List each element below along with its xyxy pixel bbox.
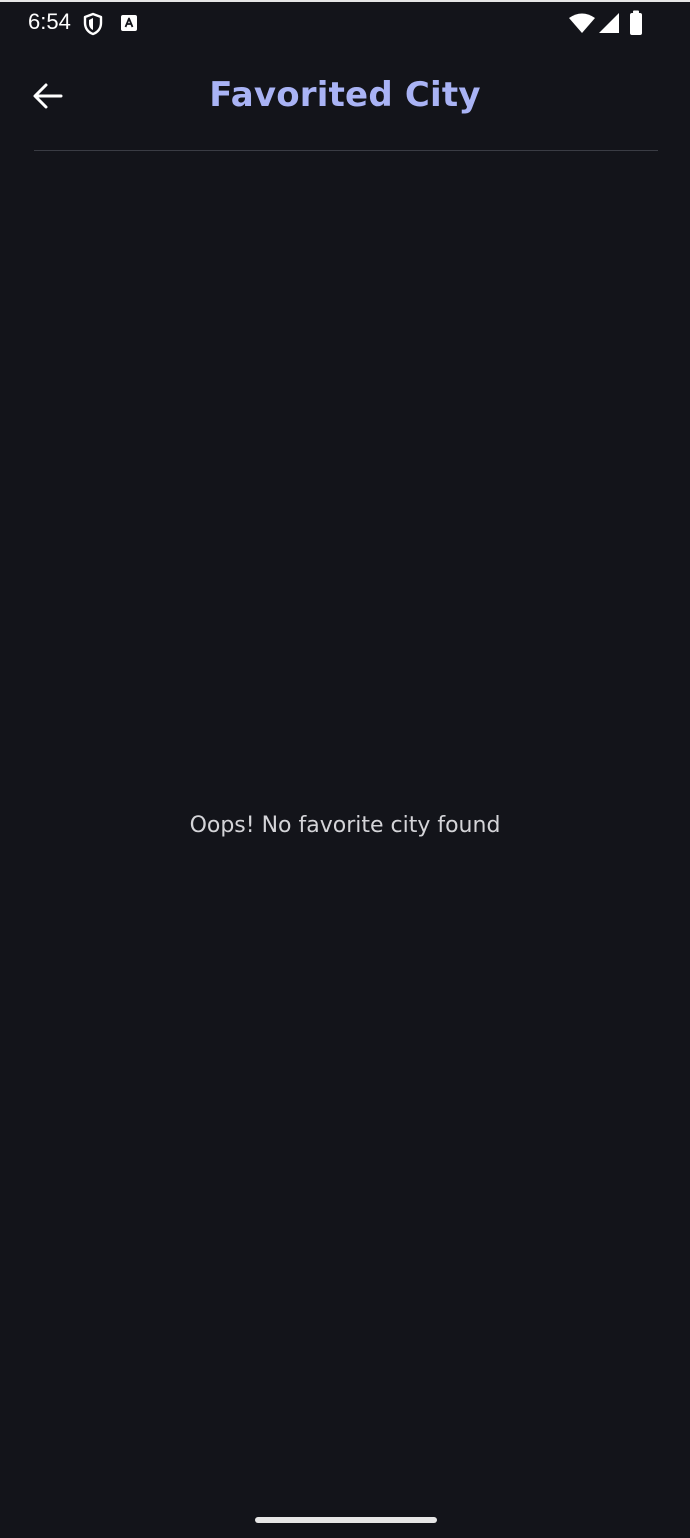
home-indicator[interactable] — [255, 1517, 437, 1523]
status-time: 6:54 — [28, 9, 71, 34]
app-bar: Favorited City — [0, 46, 690, 150]
empty-state-message: Oops! No favorite city found — [189, 813, 501, 838]
header-divider — [34, 150, 658, 151]
shield-icon — [83, 12, 103, 36]
signal-icon — [599, 13, 619, 33]
keyboard-a-icon — [121, 15, 137, 31]
wifi-icon — [569, 13, 595, 33]
battery-icon — [630, 10, 642, 35]
status-bar: 6:54 — [0, 2, 690, 46]
page-title: Favorited City — [209, 75, 481, 115]
